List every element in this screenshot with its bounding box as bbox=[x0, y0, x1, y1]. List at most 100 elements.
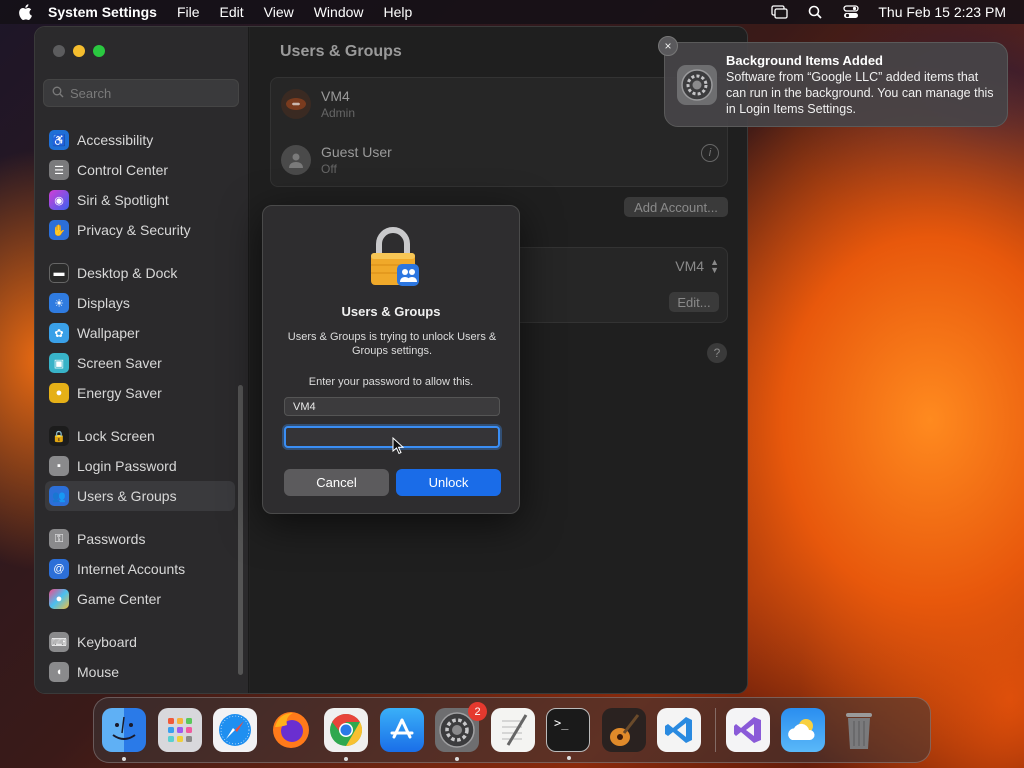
running-indicator bbox=[344, 757, 348, 761]
sidebar-item-displays[interactable]: ☀ Displays bbox=[45, 288, 235, 318]
sidebar-item-label: Mouse bbox=[77, 664, 120, 680]
notification-close-button[interactable]: × bbox=[658, 36, 678, 56]
firefox-icon[interactable] bbox=[269, 708, 313, 752]
sidebar-item-energy-saver[interactable]: ● Energy Saver bbox=[45, 378, 235, 408]
dock-icon: ▬ bbox=[49, 263, 69, 283]
sidebar-item-accessibility[interactable]: ♿ Accessibility bbox=[45, 125, 235, 155]
sidebar-item-label: Privacy & Security bbox=[77, 222, 191, 238]
mouse-icon: ◖ bbox=[49, 662, 69, 682]
sidebar-item-users-groups[interactable]: 👥 Users & Groups bbox=[45, 481, 235, 511]
dialog-prompt: Enter your password to allow this. bbox=[308, 376, 474, 388]
window-controls bbox=[53, 45, 105, 57]
sidebar-item-siri-spotlight[interactable]: ◉ Siri & Spotlight bbox=[45, 185, 235, 215]
chrome-icon[interactable] bbox=[324, 708, 368, 761]
sun-icon: ☀ bbox=[49, 293, 69, 313]
garageband-icon[interactable] bbox=[601, 708, 646, 752]
menu-help[interactable]: Help bbox=[384, 4, 413, 20]
menu-window[interactable]: Window bbox=[314, 4, 364, 20]
finder-icon[interactable] bbox=[102, 708, 146, 761]
terminal-icon[interactable]: >_ bbox=[546, 708, 590, 760]
sidebar-item-privacy-security[interactable]: ✋ Privacy & Security bbox=[45, 215, 235, 245]
zoom-window-button[interactable] bbox=[93, 45, 105, 57]
weather-icon[interactable] bbox=[781, 708, 825, 752]
textedit-icon[interactable] bbox=[490, 708, 535, 752]
siri-icon: ◉ bbox=[49, 190, 69, 210]
sidebar-scrollbar[interactable] bbox=[238, 385, 243, 675]
sidebar-item-label: Siri & Spotlight bbox=[77, 192, 169, 208]
running-indicator bbox=[122, 757, 126, 761]
sidebar-item-login-password[interactable]: ▪ Login Password bbox=[45, 451, 235, 481]
user-row-vm4[interactable]: VM4 Admin bbox=[281, 88, 355, 120]
cancel-button[interactable]: Cancel bbox=[284, 469, 389, 496]
lock-icon: 🔒 bbox=[49, 426, 69, 446]
notification-banner[interactable]: Background Items Added Software from “Go… bbox=[664, 42, 1008, 127]
sidebar-item-internet-accounts[interactable]: @ Internet Accounts bbox=[45, 554, 235, 584]
sidebar-item-lock-screen[interactable]: 🔒 Lock Screen bbox=[45, 421, 235, 451]
sidebar-item-screen-saver[interactable]: ▣ Screen Saver bbox=[45, 348, 235, 378]
add-account-button[interactable]: Add Account... bbox=[624, 197, 728, 217]
menu-view[interactable]: View bbox=[264, 4, 294, 20]
sidebar-item-label: Control Center bbox=[77, 162, 169, 178]
running-indicator bbox=[567, 756, 571, 760]
launchpad-icon[interactable] bbox=[157, 708, 202, 752]
control-center-icon: ☰ bbox=[49, 160, 69, 180]
sidebar-item-game-center[interactable]: ● Game Center bbox=[45, 584, 235, 614]
wallpaper-icon: ✿ bbox=[49, 323, 69, 343]
safari-icon[interactable] bbox=[213, 708, 257, 752]
autologin-value: VM4 bbox=[675, 258, 705, 274]
unlock-button[interactable]: Unlock bbox=[396, 469, 501, 496]
sidebar-item-keyboard[interactable]: ⌨ Keyboard bbox=[45, 627, 235, 657]
sidebar: Search ♿ Accessibility ☰ Control Center ◉ S… bbox=[35, 27, 249, 693]
dialog-message: Users & Groups is trying to unlock Users… bbox=[287, 331, 497, 357]
lightbulb-icon: ● bbox=[49, 383, 69, 403]
at-sign-icon: @ bbox=[49, 559, 69, 579]
users-list: VM4 Admin Guest User Off i bbox=[270, 77, 728, 187]
edit-button[interactable]: Edit... bbox=[669, 292, 719, 312]
menu-clock[interactable]: Thu Feb 15 2:23 PM bbox=[878, 4, 1006, 20]
user-role: Off bbox=[321, 162, 337, 176]
sidebar-item-label: Screen Saver bbox=[77, 355, 162, 371]
trash-icon[interactable] bbox=[837, 708, 881, 752]
sidebar-item-wallpaper[interactable]: ✿ Wallpaper bbox=[45, 318, 235, 348]
page-title: Users & Groups bbox=[280, 43, 402, 60]
apple-menu-icon[interactable] bbox=[18, 4, 34, 20]
menu-edit[interactable]: Edit bbox=[220, 4, 244, 20]
close-window-button[interactable] bbox=[53, 45, 65, 57]
autologin-popup[interactable]: VM4 ▲ ▼ bbox=[675, 257, 719, 275]
app-store-icon[interactable] bbox=[379, 708, 424, 752]
user-row-guest[interactable]: Guest User Off bbox=[281, 144, 392, 176]
menu-app-name[interactable]: System Settings bbox=[48, 4, 157, 20]
lock-icon bbox=[367, 226, 419, 290]
sidebar-list: ♿ Accessibility ☰ Control Center ◉ Siri & S… bbox=[45, 125, 235, 687]
sidebar-item-label: Passwords bbox=[77, 531, 146, 547]
sidebar-item-label: Wallpaper bbox=[77, 325, 140, 341]
system-settings-gear-icon bbox=[677, 65, 717, 105]
control-center-icon[interactable] bbox=[842, 4, 860, 20]
sidebar-item-mouse[interactable]: ◖ Mouse bbox=[45, 657, 235, 687]
sidebar-item-passwords[interactable]: ⚿ Passwords bbox=[45, 524, 235, 554]
auth-dialog: Users & Groups Users & Groups is trying … bbox=[262, 205, 520, 514]
mouse-cursor-icon bbox=[392, 436, 406, 455]
info-icon[interactable]: i bbox=[701, 144, 719, 162]
game-center-icon: ● bbox=[49, 589, 69, 609]
running-indicator bbox=[455, 757, 459, 761]
spotlight-search-icon[interactable] bbox=[806, 4, 824, 20]
sidebar-item-label: Lock Screen bbox=[77, 428, 155, 444]
sidebar-item-desktop-dock[interactable]: ▬ Desktop & Dock bbox=[45, 258, 235, 288]
vscode-icon[interactable] bbox=[657, 708, 701, 752]
football-avatar-icon bbox=[281, 89, 311, 119]
screen-mirroring-icon[interactable] bbox=[770, 4, 788, 20]
help-button[interactable]: ? bbox=[707, 343, 727, 363]
system-settings-icon[interactable]: 2 bbox=[435, 702, 487, 761]
sidebar-item-control-center[interactable]: ☰ Control Center bbox=[45, 155, 235, 185]
username-field[interactable]: VM4 bbox=[284, 397, 500, 416]
hand-icon: ✋ bbox=[49, 220, 69, 240]
visual-studio-icon[interactable] bbox=[725, 708, 770, 752]
lock-icon: ▪ bbox=[49, 456, 69, 476]
sidebar-search-input[interactable]: Search bbox=[43, 79, 239, 107]
sidebar-item-label: Login Password bbox=[77, 458, 177, 474]
sidebar-item-label: Energy Saver bbox=[77, 385, 162, 401]
minimize-window-button[interactable] bbox=[73, 45, 85, 57]
menu-file[interactable]: File bbox=[177, 4, 200, 20]
updown-chevron-icon: ▲ ▼ bbox=[710, 257, 719, 275]
